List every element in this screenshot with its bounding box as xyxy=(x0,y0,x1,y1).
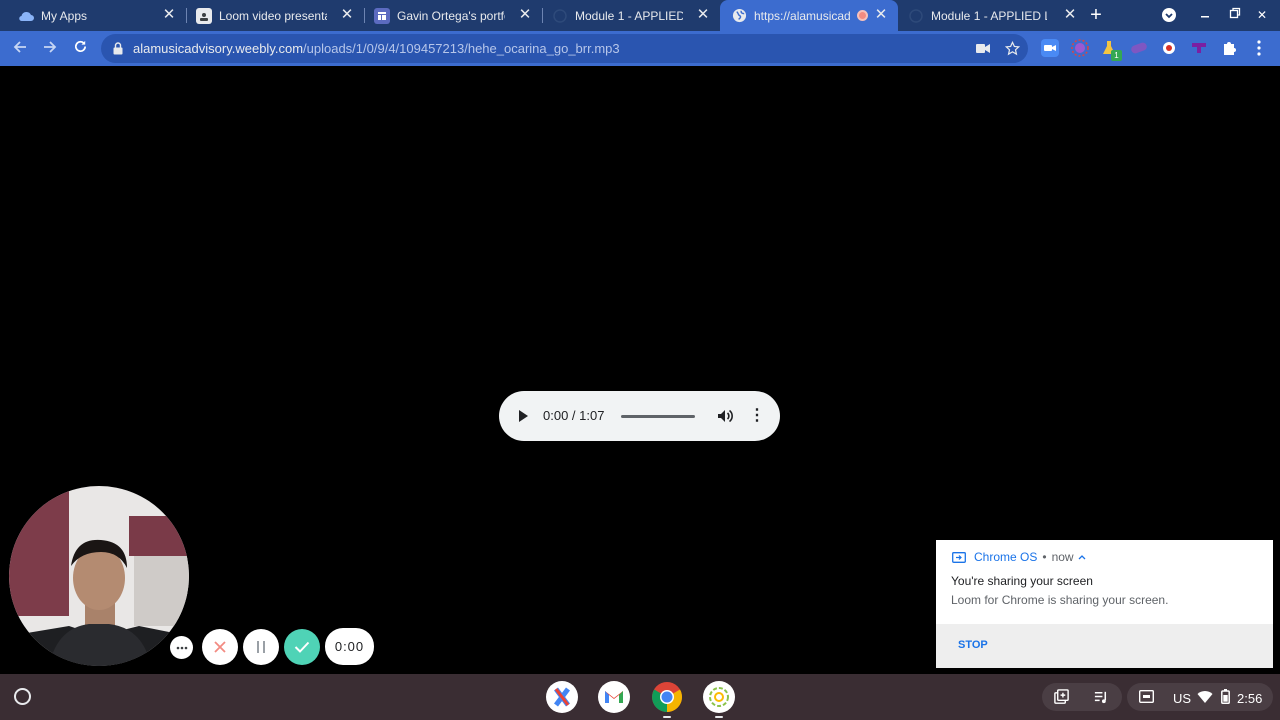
volume-icon[interactable] xyxy=(716,407,734,425)
lock-icon[interactable] xyxy=(113,42,123,55)
input-method-indicator[interactable]: US xyxy=(1173,691,1191,706)
loom-pause-button[interactable] xyxy=(243,629,279,665)
shelf: US 2:56 xyxy=(0,674,1280,720)
play-icon[interactable] xyxy=(519,410,528,422)
close-window-icon[interactable]: ✕ xyxy=(1254,7,1270,23)
minimize-icon[interactable] xyxy=(1197,7,1213,23)
ellipsis-icon xyxy=(176,646,187,649)
extension-badge: 1 xyxy=(1111,50,1122,61)
loom-cancel-button[interactable] xyxy=(202,629,238,665)
back-icon[interactable] xyxy=(9,38,31,60)
url-host: alamusicadvisory.weebly.com xyxy=(133,41,304,56)
close-tab-icon[interactable]: ✕ xyxy=(695,7,711,23)
tab-strip: My Apps ✕ Loom video presentatio ✕ Gavin… xyxy=(0,0,1280,31)
app-x-icon[interactable] xyxy=(546,681,578,713)
recording-timer: 0:00 xyxy=(325,628,374,665)
media-controls-icon[interactable] xyxy=(1093,689,1110,706)
tab-my-apps[interactable]: My Apps ✕ xyxy=(0,0,186,31)
clock[interactable]: 2:56 xyxy=(1237,691,1262,706)
gmail-icon[interactable] xyxy=(598,681,630,713)
presentation-icon xyxy=(196,7,212,24)
notification-message: Loom for Chrome is sharing your screen. xyxy=(951,593,1169,607)
tab-title: Module 1 - APPLIED LE xyxy=(575,8,683,23)
wordpress-icon xyxy=(552,8,568,24)
tab-module-1-second[interactable]: Module 1 - APPLIED LE ✕ xyxy=(898,0,1084,31)
recording-icon xyxy=(857,10,868,21)
tab-audio-active[interactable]: https://alamusicad ✕ xyxy=(720,0,898,31)
player-menu-icon[interactable]: ⋮ xyxy=(749,406,765,426)
close-tab-icon[interactable]: ✕ xyxy=(517,7,533,23)
tab-title: Loom video presentatio xyxy=(219,8,327,23)
notification-time: now xyxy=(1051,550,1074,564)
globe-icon xyxy=(731,8,747,24)
notification-title: You're sharing your screen xyxy=(951,574,1093,588)
chrome-icon[interactable] xyxy=(651,681,683,713)
extensions-puzzle-icon[interactable] xyxy=(1220,39,1238,57)
reload-icon[interactable] xyxy=(69,38,91,60)
bookmark-star-icon[interactable] xyxy=(1005,41,1020,56)
screen-capture-icon[interactable] xyxy=(1139,690,1154,703)
tab-title: Module 1 - APPLIED LE xyxy=(931,8,1047,23)
webcam-bubble[interactable] xyxy=(9,486,189,666)
battery-icon[interactable] xyxy=(1221,689,1230,704)
tab-loom[interactable]: Loom video presentatio ✕ xyxy=(178,0,364,31)
close-tab-icon[interactable]: ✕ xyxy=(161,7,177,23)
browser-toolbar: alamusicadvisory.weebly.com/uploads/1/0/… xyxy=(0,31,1280,66)
screencast-extension-icon[interactable] xyxy=(1190,39,1208,57)
address-bar[interactable]: alamusicadvisory.weebly.com/uploads/1/0/… xyxy=(101,34,1028,63)
url-path: /uploads/1/0/9/4/109457213/hehe_ocarina_… xyxy=(303,41,620,56)
tab-search-icon[interactable] xyxy=(1161,7,1177,23)
camera-in-use-icon[interactable] xyxy=(976,43,990,54)
virus-extension-icon[interactable] xyxy=(1071,39,1089,57)
capsule-extension-icon[interactable] xyxy=(1130,39,1148,57)
wordpress-icon xyxy=(908,8,924,24)
restore-icon[interactable] xyxy=(1227,7,1243,23)
screen-cast-icon xyxy=(952,551,966,563)
close-tab-icon[interactable]: ✕ xyxy=(339,7,355,23)
cloud-icon xyxy=(18,8,34,24)
tab-title: Gavin Ortega's portfolio xyxy=(397,8,505,23)
more-menu-icon[interactable] xyxy=(1250,39,1268,57)
tab-title: https://alamusicad xyxy=(754,8,850,23)
pause-icon xyxy=(257,641,265,653)
record-extension-icon[interactable] xyxy=(1160,39,1178,57)
audio-player: 0:00 / 1:07 ⋮ xyxy=(499,391,780,441)
close-tab-icon[interactable]: ✕ xyxy=(873,7,889,23)
check-icon xyxy=(294,641,310,653)
url-text[interactable]: alamusicadvisory.weebly.com/uploads/1/0/… xyxy=(133,41,620,56)
new-tab-button[interactable]: + xyxy=(1086,5,1106,25)
tab-title: My Apps xyxy=(41,8,88,23)
launcher-icon[interactable] xyxy=(14,688,31,705)
running-indicator xyxy=(715,716,723,718)
seek-slider[interactable] xyxy=(621,415,695,418)
notification-header: Chrome OS • now xyxy=(952,550,1086,564)
running-indicator xyxy=(663,716,671,718)
loom-options-button[interactable] xyxy=(170,636,193,659)
chevron-up-icon[interactable] xyxy=(1078,554,1086,560)
tab-portfolio[interactable]: Gavin Ortega's portfolio ✕ xyxy=(356,0,542,31)
flask-extension-icon[interactable]: 1 xyxy=(1100,39,1122,61)
webcam-video xyxy=(9,486,189,666)
wifi-icon[interactable] xyxy=(1197,690,1213,704)
close-icon xyxy=(214,641,226,653)
notification-source: Chrome OS xyxy=(974,550,1038,564)
forward-icon[interactable] xyxy=(39,38,61,60)
separator-dot: • xyxy=(1042,550,1047,564)
close-tab-icon[interactable]: ✕ xyxy=(1062,7,1078,23)
notification-actions: STOP xyxy=(936,624,1273,668)
site-builder-icon xyxy=(374,7,390,24)
stop-sharing-button[interactable]: STOP xyxy=(958,639,988,651)
loom-icon[interactable] xyxy=(703,681,735,713)
loom-finish-button[interactable] xyxy=(284,629,320,665)
screen-share-notification: Chrome OS • now You're sharing your scre… xyxy=(936,540,1273,668)
tab-module-1[interactable]: Module 1 - APPLIED LE ✕ xyxy=(534,0,720,31)
zoom-extension-icon[interactable] xyxy=(1041,39,1059,57)
playback-time: 0:00 / 1:07 xyxy=(543,408,605,423)
holding-space-icon[interactable] xyxy=(1053,689,1070,706)
